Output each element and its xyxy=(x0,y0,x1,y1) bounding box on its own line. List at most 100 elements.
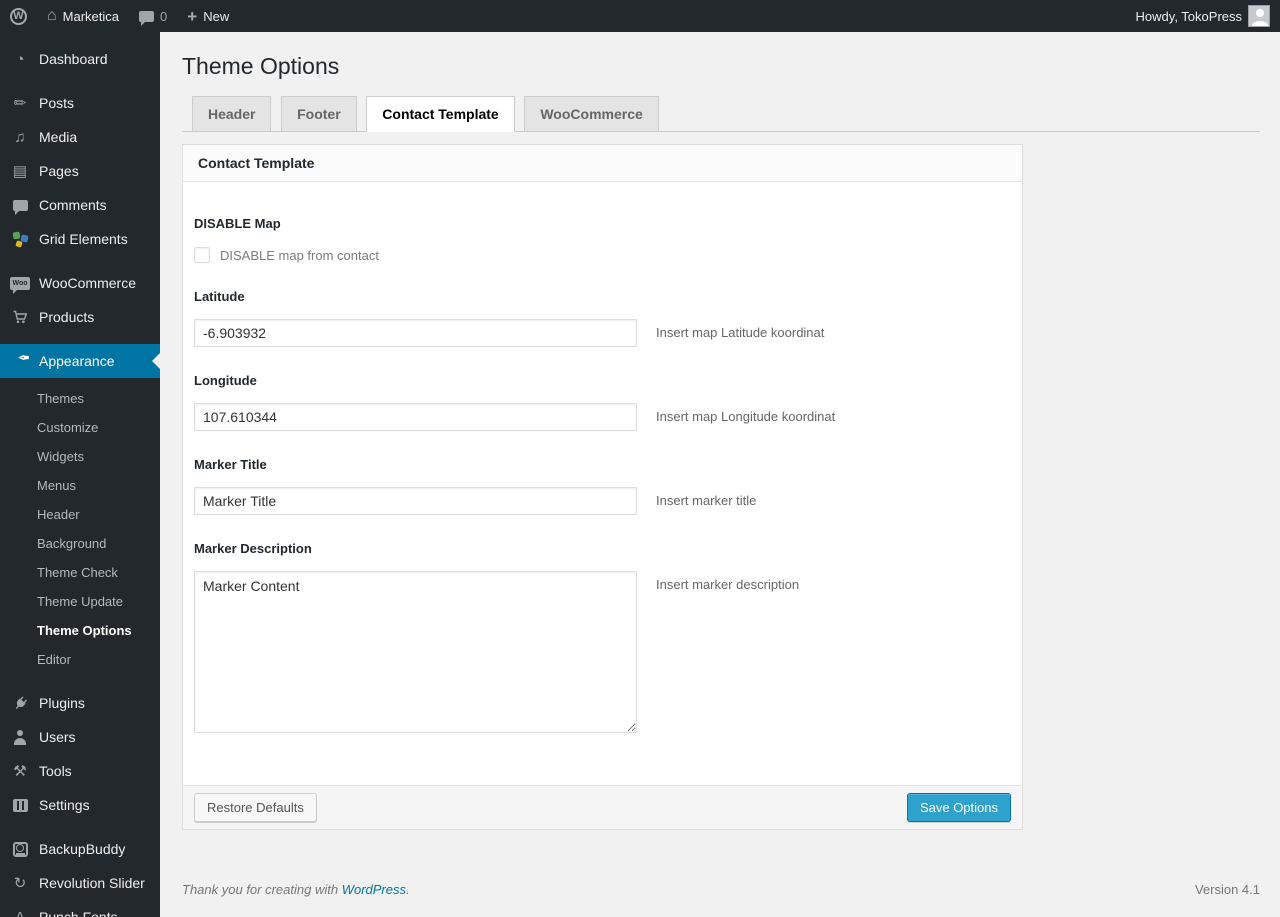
sidebar-item-label: Media xyxy=(39,129,78,145)
comments-icon xyxy=(10,195,30,215)
sidebar-item-label: Plugins xyxy=(39,695,85,711)
tab-header[interactable]: Header xyxy=(192,96,272,133)
menu-gap xyxy=(0,822,160,832)
wrench-icon: ⚒ xyxy=(13,762,27,780)
new-label: New xyxy=(203,8,230,24)
sidebar-item-grid-elements[interactable]: Grid Elements xyxy=(0,222,160,256)
wordpress-logo-icon: W xyxy=(10,7,27,25)
page-title: Theme Options xyxy=(182,53,340,79)
marker-title-hint: Insert marker title xyxy=(656,493,757,509)
submenu-item-customize[interactable]: Customize xyxy=(0,413,160,442)
longitude-input[interactable] xyxy=(194,403,637,432)
home-icon: ⌂ xyxy=(47,7,57,24)
site-name-label: Marketica xyxy=(62,8,120,24)
sidebar-item-label: BackupBuddy xyxy=(39,841,126,857)
menu-gap xyxy=(0,256,160,266)
sidebar-item-label: WooCommerce xyxy=(39,275,136,291)
longitude-row: Insert map Longitude koordinat xyxy=(194,403,1006,432)
sidebar-item-label: Grid Elements xyxy=(39,231,128,247)
main-content: Theme Options Header Footer Contact Temp… xyxy=(160,0,1280,911)
disable-map-row: DISABLE map from contact xyxy=(194,247,1006,264)
marker-title-input[interactable] xyxy=(194,487,637,516)
menu-gap xyxy=(0,334,160,344)
restore-defaults-button[interactable]: Restore Defaults xyxy=(194,793,317,823)
backup-drive-icon xyxy=(10,839,30,859)
sidebar-item-label: Comments xyxy=(39,197,107,213)
submenu-item-background[interactable]: Background xyxy=(0,529,160,558)
submenu-item-themes[interactable]: Themes xyxy=(0,384,160,413)
save-options-button[interactable]: Save Options xyxy=(906,793,1011,823)
site-name-link[interactable]: ⌂ Marketica xyxy=(37,0,129,32)
submenu-item-theme-check[interactable]: Theme Check xyxy=(0,558,160,587)
sidebar-item-label: Appearance xyxy=(39,353,115,369)
submenu-item-menus[interactable]: Menus xyxy=(0,471,160,500)
wordpress-link[interactable]: WordPress xyxy=(342,882,406,897)
version-label: Version 4.1 xyxy=(1194,882,1260,898)
sidebar-item-backupbuddy[interactable]: BackupBuddy xyxy=(0,832,160,866)
disable-map-checkbox[interactable] xyxy=(194,247,210,264)
pushpin-icon: ✏ xyxy=(13,94,27,112)
submenu-item-theme-options[interactable]: Theme Options xyxy=(0,616,160,645)
sidebar-item-label: Tools xyxy=(39,763,72,779)
sidebar-item-products[interactable]: Products xyxy=(0,300,160,334)
latitude-label: Latitude xyxy=(194,289,245,305)
sidebar-item-woocommerce[interactable]: Woo WooCommerce xyxy=(0,266,160,300)
comment-count: 0 xyxy=(160,8,168,24)
sidebar-item-label: Dashboard xyxy=(39,51,108,67)
cart-icon xyxy=(10,307,30,327)
sidebar-item-label: Users xyxy=(39,729,76,745)
tab-woocommerce[interactable]: WooCommerce xyxy=(524,96,659,133)
admin-bar: W ⌂ Marketica 0 + New Howdy, TokoPress xyxy=(0,0,1280,32)
letter-a-icon: A xyxy=(14,908,25,917)
sidebar-item-comments[interactable]: Comments xyxy=(0,188,160,222)
sidebar-item-label: Revolution Slider xyxy=(39,875,145,891)
wordpress-logo-menu[interactable]: W xyxy=(0,0,37,32)
tab-contact-template[interactable]: Contact Template xyxy=(366,96,515,133)
thanks-suffix: . xyxy=(406,882,410,898)
submenu-item-header[interactable]: Header xyxy=(0,500,160,529)
sidebar-item-users[interactable]: Users xyxy=(0,720,160,754)
marker-title-label: Marker Title xyxy=(194,457,267,473)
latitude-hint: Insert map Latitude koordinat xyxy=(656,325,825,341)
sidebar-item-media[interactable]: ♫ Media xyxy=(0,120,160,154)
sidebar-item-dashboard[interactable]: ◔ Dashboard xyxy=(0,42,160,76)
sidebar-item-plugins[interactable]: Plugins xyxy=(0,686,160,720)
comment-bubble-icon xyxy=(139,10,155,26)
user-icon xyxy=(10,727,30,747)
sidebar-item-label: Settings xyxy=(39,797,90,813)
sidebar-item-punch-fonts[interactable]: A Punch Fonts xyxy=(0,900,160,917)
sidebar-item-tools[interactable]: ⚒ Tools xyxy=(0,754,160,788)
sidebar-item-posts[interactable]: ✏ Posts xyxy=(0,86,160,120)
sidebar-item-settings[interactable]: Settings xyxy=(0,788,160,822)
pages-icon: ▤ xyxy=(12,162,28,180)
sidebar-item-label: Punch Fonts xyxy=(39,909,118,917)
new-content-menu[interactable]: + New xyxy=(177,0,239,32)
appearance-submenu: Themes Customize Widgets Menus Header Ba… xyxy=(0,378,160,686)
plus-icon: + xyxy=(187,6,198,26)
longitude-hint: Insert map Longitude koordinat xyxy=(656,409,836,425)
settings-sliders-icon xyxy=(10,795,30,815)
contact-template-panel: Contact Template DISABLE Map DISABLE map… xyxy=(182,144,1023,831)
submenu-item-widgets[interactable]: Widgets xyxy=(0,442,160,471)
page-footer: Thank you for creating with WordPress. V… xyxy=(182,882,1260,911)
sidebar-item-revolution-slider[interactable]: ↻ Revolution Slider xyxy=(0,866,160,900)
sidebar-item-pages[interactable]: ▤ Pages xyxy=(0,154,160,188)
disable-map-checkbox-label[interactable]: DISABLE map from contact xyxy=(220,248,379,263)
marker-description-textarea[interactable]: Marker Content xyxy=(194,571,637,734)
tab-footer[interactable]: Footer xyxy=(281,96,357,133)
latitude-input[interactable] xyxy=(194,319,637,348)
cycle-arrows-icon: ↻ xyxy=(13,874,27,892)
panel-header-title: Contact Template xyxy=(183,145,1022,183)
sidebar-item-appearance[interactable]: ✒ Appearance xyxy=(0,344,160,378)
media-icon: ♫ xyxy=(14,128,26,146)
tab-bar: Header Footer Contact Template WooCommer… xyxy=(182,96,1260,133)
sidebar-item-label: Products xyxy=(39,309,95,325)
submenu-item-editor[interactable]: Editor xyxy=(0,645,160,674)
howdy-account-menu[interactable]: Howdy, TokoPress xyxy=(1126,0,1280,32)
comments-admin-bar-link[interactable]: 0 xyxy=(129,0,177,32)
marker-title-row: Insert marker title xyxy=(194,487,1006,516)
submenu-item-theme-update[interactable]: Theme Update xyxy=(0,587,160,616)
paintbrush-icon: ✒ xyxy=(17,350,30,367)
panel-footer: Restore Defaults Save Options xyxy=(183,785,1022,830)
sidebar-item-label: Pages xyxy=(39,163,79,179)
